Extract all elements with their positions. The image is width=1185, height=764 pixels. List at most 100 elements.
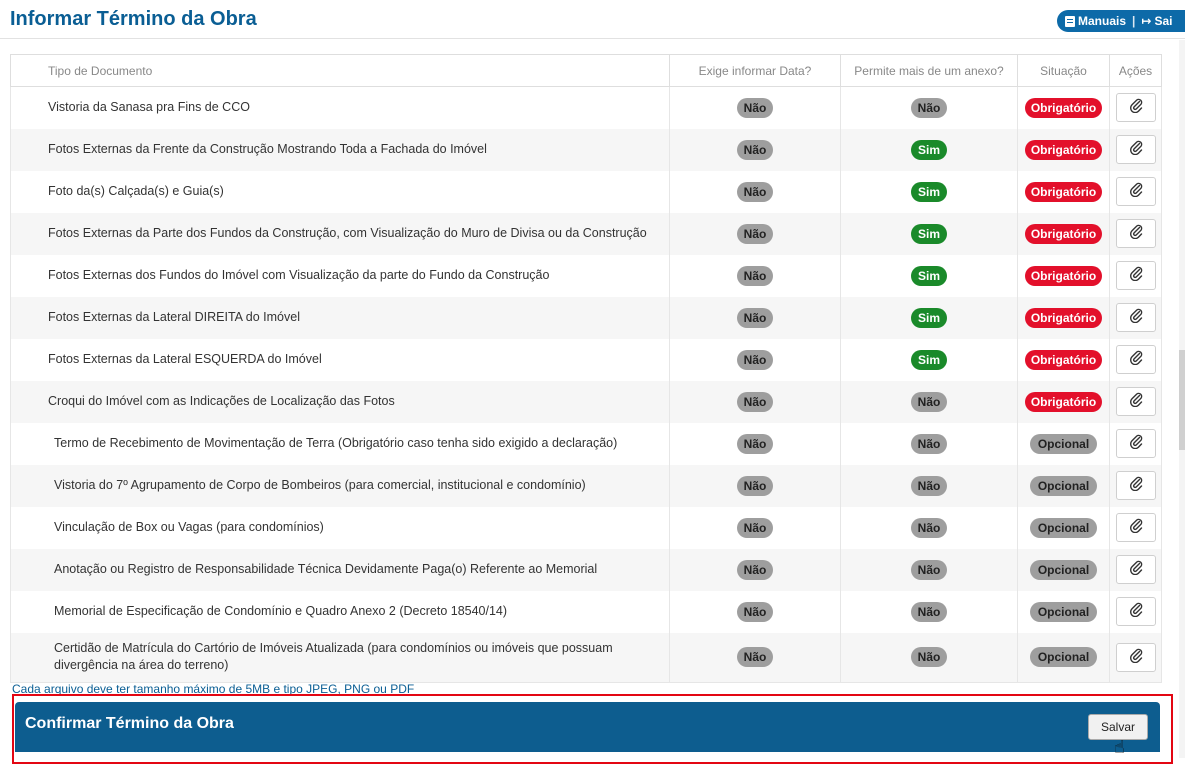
requires-date-badge: Não bbox=[736, 391, 774, 412]
status-cell: Opcional bbox=[1017, 422, 1110, 465]
attach-button[interactable] bbox=[1115, 303, 1156, 332]
hand-pointer-icon: ☝ bbox=[1114, 737, 1125, 757]
document-type-cell: Vinculação de Box ou Vagas (para condomí… bbox=[10, 506, 670, 549]
document-type-cell: Vistoria da Sanasa pra Fins de CCO bbox=[10, 86, 670, 129]
paperclip-icon bbox=[1129, 307, 1143, 328]
status-cell: Obrigatório bbox=[1017, 128, 1110, 171]
attach-button[interactable] bbox=[1115, 261, 1156, 290]
attach-button[interactable] bbox=[1115, 429, 1156, 458]
requires-date-badge: Não bbox=[736, 559, 774, 580]
status-badge: Obrigatório bbox=[1024, 223, 1103, 244]
multiple-attachments-badge: Não bbox=[910, 475, 948, 496]
requires-date-badge: Não bbox=[736, 223, 774, 244]
multiple-attachments-badge: Não bbox=[910, 517, 948, 538]
requires-date-cell: Não bbox=[669, 212, 841, 255]
table-header-row: Tipo de Documento Exige informar Data? P… bbox=[10, 54, 1162, 87]
document-type-cell: Fotos Externas da Lateral DIREITA do Imó… bbox=[10, 296, 670, 339]
multiple-attachments-cell: Sim bbox=[840, 212, 1018, 255]
actions-cell bbox=[1109, 86, 1162, 129]
actions-cell bbox=[1109, 422, 1162, 465]
requires-date-badge: Não bbox=[736, 433, 774, 454]
document-type-cell: Foto da(s) Calçada(s) e Guia(s) bbox=[10, 170, 670, 213]
status-cell: Obrigatório bbox=[1017, 86, 1110, 129]
status-cell: Obrigatório bbox=[1017, 212, 1110, 255]
actions-cell bbox=[1109, 380, 1162, 423]
attach-button[interactable] bbox=[1115, 345, 1156, 374]
requires-date-cell: Não bbox=[669, 296, 841, 339]
manuals-link[interactable]: Manuais bbox=[1078, 14, 1126, 28]
paperclip-icon bbox=[1129, 223, 1143, 244]
status-badge: Opcional bbox=[1029, 433, 1098, 454]
table-row: Fotos Externas da Parte dos Fundos da Co… bbox=[10, 212, 1162, 255]
actions-cell bbox=[1109, 506, 1162, 549]
multiple-attachments-badge: Não bbox=[910, 601, 948, 622]
multiple-attachments-cell: Não bbox=[840, 548, 1018, 591]
actions-cell bbox=[1109, 464, 1162, 507]
multiple-attachments-cell: Sim bbox=[840, 170, 1018, 213]
attach-button[interactable] bbox=[1115, 555, 1156, 584]
table-row: Vistoria da Sanasa pra Fins de CCO Não Não… bbox=[10, 86, 1162, 129]
status-cell: Opcional bbox=[1017, 506, 1110, 549]
actions-cell bbox=[1109, 212, 1162, 255]
status-badge: Opcional bbox=[1029, 647, 1098, 668]
table-row: Vinculação de Box ou Vagas (para condomí… bbox=[10, 506, 1162, 549]
multiple-attachments-cell: Não bbox=[840, 380, 1018, 423]
requires-date-badge: Não bbox=[736, 307, 774, 328]
table-row: Fotos Externas dos Fundos do Imóvel com … bbox=[10, 254, 1162, 297]
column-header-requires-date: Exige informar Data? bbox=[669, 54, 841, 87]
actions-cell bbox=[1109, 170, 1162, 213]
paperclip-icon bbox=[1129, 349, 1143, 370]
document-type-cell: Fotos Externas dos Fundos do Imóvel com … bbox=[10, 254, 670, 297]
status-cell: Obrigatório bbox=[1017, 380, 1110, 423]
requires-date-cell: Não bbox=[669, 590, 841, 633]
paperclip-icon bbox=[1129, 391, 1143, 412]
document-type-cell: Fotos Externas da Lateral ESQUERDA do Im… bbox=[10, 338, 670, 381]
exit-link[interactable]: Sai bbox=[1154, 14, 1172, 28]
multiple-attachments-cell: Não bbox=[840, 632, 1018, 683]
document-type-cell: Anotação ou Registro de Responsabilidade… bbox=[10, 548, 670, 591]
multiple-attachments-cell: Não bbox=[840, 506, 1018, 549]
scrollbar-thumb[interactable] bbox=[1179, 350, 1185, 450]
multiple-attachments-cell: Não bbox=[840, 86, 1018, 129]
column-header-status: Situação bbox=[1017, 54, 1110, 87]
attach-button[interactable] bbox=[1115, 219, 1156, 248]
documents-table: Tipo de Documento Exige informar Data? P… bbox=[10, 54, 1162, 683]
multiple-attachments-cell: Não bbox=[840, 590, 1018, 633]
table-row: Certidão de Matrícula do Cartório de Imó… bbox=[10, 632, 1162, 683]
attach-button[interactable] bbox=[1115, 642, 1156, 672]
multiple-attachments-cell: Não bbox=[840, 422, 1018, 465]
attach-button[interactable] bbox=[1115, 387, 1156, 416]
document-type-cell: Termo de Recebimento de Movimentação de … bbox=[10, 422, 670, 465]
title-divider bbox=[0, 38, 1185, 39]
table-row: Memorial de Especificação de Condomínio … bbox=[10, 590, 1162, 633]
table-row: Foto da(s) Calçada(s) e Guia(s) Não Sim Obr… bbox=[10, 170, 1162, 213]
status-cell: Obrigatório bbox=[1017, 296, 1110, 339]
actions-cell bbox=[1109, 338, 1162, 381]
requires-date-cell: Não bbox=[669, 254, 841, 297]
status-cell: Obrigatório bbox=[1017, 170, 1110, 213]
multiple-attachments-badge: Não bbox=[910, 391, 948, 412]
requires-date-cell: Não bbox=[669, 548, 841, 591]
multiple-attachments-badge: Sim bbox=[910, 265, 947, 286]
paperclip-icon bbox=[1129, 647, 1143, 668]
page-scrollbar[interactable] bbox=[1179, 40, 1185, 758]
requires-date-cell: Não bbox=[669, 170, 841, 213]
attach-button[interactable] bbox=[1115, 135, 1156, 164]
requires-date-cell: Não bbox=[669, 422, 841, 465]
paperclip-icon bbox=[1129, 265, 1143, 286]
attach-button[interactable] bbox=[1115, 513, 1156, 542]
requires-date-badge: Não bbox=[736, 139, 774, 160]
attach-button[interactable] bbox=[1115, 597, 1156, 626]
attach-button[interactable] bbox=[1115, 177, 1156, 206]
requires-date-cell: Não bbox=[669, 338, 841, 381]
requires-date-cell: Não bbox=[669, 506, 841, 549]
actions-cell bbox=[1109, 548, 1162, 591]
table-row: Fotos Externas da Lateral DIREITA do Imó… bbox=[10, 296, 1162, 339]
attach-button[interactable] bbox=[1115, 93, 1156, 123]
paperclip-icon bbox=[1129, 433, 1143, 454]
book-icon[interactable] bbox=[1065, 15, 1075, 27]
attach-button[interactable] bbox=[1115, 471, 1156, 500]
sign-out-icon[interactable]: ↦ bbox=[1141, 14, 1151, 28]
multiple-attachments-badge: Sim bbox=[910, 223, 947, 244]
requires-date-badge: Não bbox=[736, 265, 774, 286]
